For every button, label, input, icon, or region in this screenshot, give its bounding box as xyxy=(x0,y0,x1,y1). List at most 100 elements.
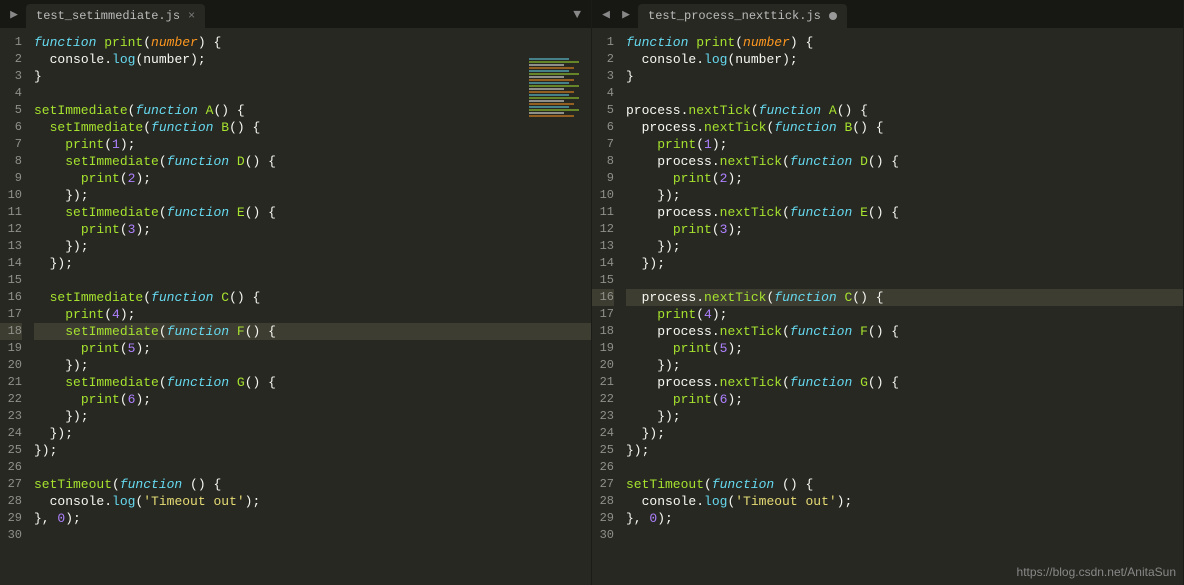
next-icon[interactable]: ▶ xyxy=(618,6,634,22)
line-number: 17 xyxy=(592,306,614,323)
code-line[interactable]: process.nextTick(function F() { xyxy=(626,323,1183,340)
line-number: 6 xyxy=(592,119,614,136)
code-line[interactable]: console.log('Timeout out'); xyxy=(34,493,591,510)
code-line[interactable]: setImmediate(function G() { xyxy=(34,374,591,391)
code-line[interactable]: setTimeout(function () { xyxy=(626,476,1183,493)
line-number: 19 xyxy=(0,340,22,357)
code-line[interactable]: setImmediate(function F() { xyxy=(34,323,591,340)
code-line[interactable]: }); xyxy=(34,357,591,374)
code-line[interactable] xyxy=(34,527,591,544)
code-line[interactable]: function print(number) { xyxy=(34,34,591,51)
code-line[interactable]: process.nextTick(function C() { xyxy=(626,289,1183,306)
line-number: 7 xyxy=(592,136,614,153)
code-line[interactable]: console.log('Timeout out'); xyxy=(626,493,1183,510)
code-line[interactable]: }, 0); xyxy=(626,510,1183,527)
code-line[interactable]: } xyxy=(34,68,591,85)
code-line[interactable] xyxy=(34,85,591,102)
code-line[interactable]: }); xyxy=(34,238,591,255)
line-number: 2 xyxy=(592,51,614,68)
prev-icon[interactable]: ◀ xyxy=(598,6,614,22)
code-line[interactable]: }); xyxy=(626,442,1183,459)
right-pane: ◀ ▶ test_process_nexttick.js 12345678910… xyxy=(592,0,1184,585)
code-line[interactable]: process.nextTick(function G() { xyxy=(626,374,1183,391)
code-line[interactable]: print(4); xyxy=(626,306,1183,323)
code-line[interactable]: function print(number) { xyxy=(626,34,1183,51)
code-line[interactable]: }); xyxy=(626,238,1183,255)
code-line[interactable]: } xyxy=(626,68,1183,85)
code-line[interactable]: print(6); xyxy=(626,391,1183,408)
code-area-left[interactable]: function print(number) { console.log(num… xyxy=(30,28,591,585)
code-line[interactable]: setImmediate(function B() { xyxy=(34,119,591,136)
line-number: 15 xyxy=(0,272,22,289)
code-line[interactable]: print(5); xyxy=(626,340,1183,357)
line-number-gutter-left: 1234567891011121314151617181920212223242… xyxy=(0,28,30,585)
line-number: 13 xyxy=(592,238,614,255)
code-line[interactable]: setImmediate(function E() { xyxy=(34,204,591,221)
line-number: 12 xyxy=(0,221,22,238)
code-line[interactable]: print(3); xyxy=(626,221,1183,238)
code-line[interactable]: }); xyxy=(626,187,1183,204)
code-line[interactable]: print(1); xyxy=(34,136,591,153)
code-line[interactable]: }); xyxy=(34,408,591,425)
code-line[interactable]: setTimeout(function () { xyxy=(34,476,591,493)
modified-dot-icon xyxy=(829,12,837,20)
line-number: 2 xyxy=(0,51,22,68)
line-number: 9 xyxy=(592,170,614,187)
code-line[interactable]: print(3); xyxy=(34,221,591,238)
code-line[interactable]: }); xyxy=(626,255,1183,272)
code-line[interactable]: }); xyxy=(626,408,1183,425)
code-line[interactable]: process.nextTick(function D() { xyxy=(626,153,1183,170)
line-number: 27 xyxy=(0,476,22,493)
line-number: 14 xyxy=(592,255,614,272)
tab-left[interactable]: test_setimmediate.js × xyxy=(26,4,205,28)
editor-right[interactable]: 1234567891011121314151617181920212223242… xyxy=(592,28,1183,585)
code-line[interactable]: print(1); xyxy=(626,136,1183,153)
play-icon[interactable]: ▶ xyxy=(6,6,22,22)
line-number: 13 xyxy=(0,238,22,255)
tab-bar-left: ▶ test_setimmediate.js × ▼ xyxy=(0,0,591,28)
code-line[interactable]: }); xyxy=(34,187,591,204)
line-number: 3 xyxy=(0,68,22,85)
dropdown-icon[interactable]: ▼ xyxy=(573,7,581,22)
code-line[interactable]: }); xyxy=(34,255,591,272)
line-number: 1 xyxy=(0,34,22,51)
line-number: 3 xyxy=(592,68,614,85)
line-number: 23 xyxy=(0,408,22,425)
tab-label: test_setimmediate.js xyxy=(36,9,180,23)
code-line[interactable]: print(4); xyxy=(34,306,591,323)
code-line[interactable]: process.nextTick(function E() { xyxy=(626,204,1183,221)
code-line[interactable] xyxy=(626,459,1183,476)
code-line[interactable]: }); xyxy=(34,442,591,459)
code-line[interactable]: }); xyxy=(626,357,1183,374)
code-line[interactable]: print(2); xyxy=(626,170,1183,187)
editor-left[interactable]: 1234567891011121314151617181920212223242… xyxy=(0,28,591,585)
code-line[interactable]: console.log(number); xyxy=(34,51,591,68)
code-line[interactable]: setImmediate(function A() { xyxy=(34,102,591,119)
tab-right[interactable]: test_process_nexttick.js xyxy=(638,4,847,28)
code-line[interactable] xyxy=(626,272,1183,289)
code-line[interactable]: print(5); xyxy=(34,340,591,357)
close-icon[interactable]: × xyxy=(188,9,195,23)
code-line[interactable]: setImmediate(function D() { xyxy=(34,153,591,170)
code-line[interactable]: setImmediate(function C() { xyxy=(34,289,591,306)
line-number: 10 xyxy=(0,187,22,204)
code-line[interactable] xyxy=(626,85,1183,102)
code-line[interactable]: process.nextTick(function B() { xyxy=(626,119,1183,136)
line-number: 5 xyxy=(592,102,614,119)
code-line[interactable]: }); xyxy=(34,425,591,442)
code-area-right[interactable]: function print(number) { console.log(num… xyxy=(622,28,1183,585)
code-line[interactable]: console.log(number); xyxy=(626,51,1183,68)
line-number: 14 xyxy=(0,255,22,272)
code-line[interactable]: }); xyxy=(626,425,1183,442)
line-number: 18 xyxy=(592,323,614,340)
code-line[interactable] xyxy=(626,527,1183,544)
tab-label: test_process_nexttick.js xyxy=(648,9,821,23)
code-line[interactable]: }, 0); xyxy=(34,510,591,527)
code-line[interactable]: print(6); xyxy=(34,391,591,408)
line-number: 9 xyxy=(0,170,22,187)
code-line[interactable] xyxy=(34,459,591,476)
code-line[interactable]: print(2); xyxy=(34,170,591,187)
code-line[interactable] xyxy=(34,272,591,289)
line-number: 18 xyxy=(0,323,22,340)
code-line[interactable]: process.nextTick(function A() { xyxy=(626,102,1183,119)
